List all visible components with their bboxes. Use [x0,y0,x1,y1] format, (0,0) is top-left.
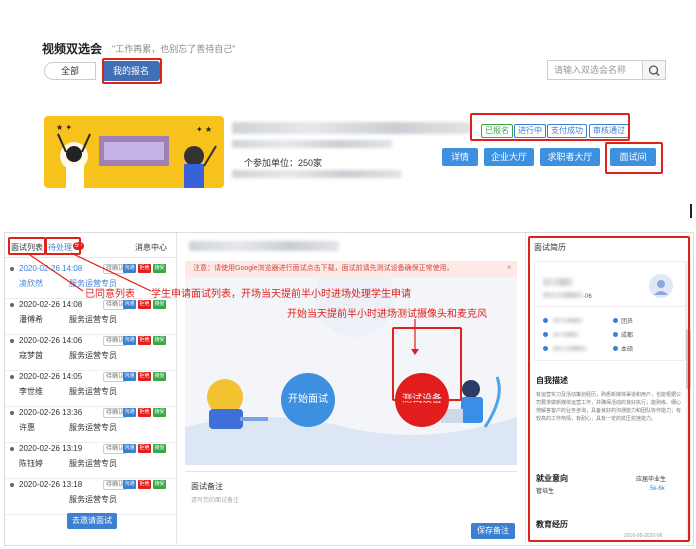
tag-paid: 支付成功 [547,124,587,138]
tag-registered: 已报名 [481,124,513,138]
filter-mine-button[interactable]: 我的报名 [102,61,160,81]
participant-count: 个参加单位：250家 [244,158,323,168]
search-input[interactable]: 请输入双选会名称 [547,60,643,80]
fair-list-panel: 视频双选会 "工作再累，也别忘了善待自己" 全部 我的报名 请输入双选会名称 ★… [22,10,682,208]
svg-text:✦ ★: ✦ ★ [196,125,212,134]
search-button[interactable] [643,60,666,80]
interview-room-button[interactable]: 面试间 [610,148,656,166]
svg-text:★ ✦: ★ ✦ [56,123,72,132]
page-title: 视频双选会 [42,42,103,56]
details-button[interactable]: 详情 [442,148,478,166]
fair-banner-image: ★ ✦ ✦ ★ [44,116,224,188]
company-hall-button[interactable]: 企业大厅 [484,148,534,166]
blurred-text [232,170,402,178]
cursor-mark [690,204,692,218]
tag-approved: 审核通过 [589,124,629,138]
annotation-arrows [26,252,419,355]
blurred-text [232,140,392,148]
blurred-fair-name [232,122,472,134]
tag-in-progress: 进行中 [514,124,546,138]
jobseeker-hall-button[interactable]: 求职者大厅 [540,148,600,166]
slogan: "工作再累，也别忘了善待自己" [112,44,236,54]
filter-all-button[interactable]: 全部 [44,62,96,80]
interview-room-panel: 面试列表 待处理 59 消息中心 2020-02-26 14:08 待确认 凌欣然 服务… [4,232,694,546]
search-icon [648,65,660,76]
